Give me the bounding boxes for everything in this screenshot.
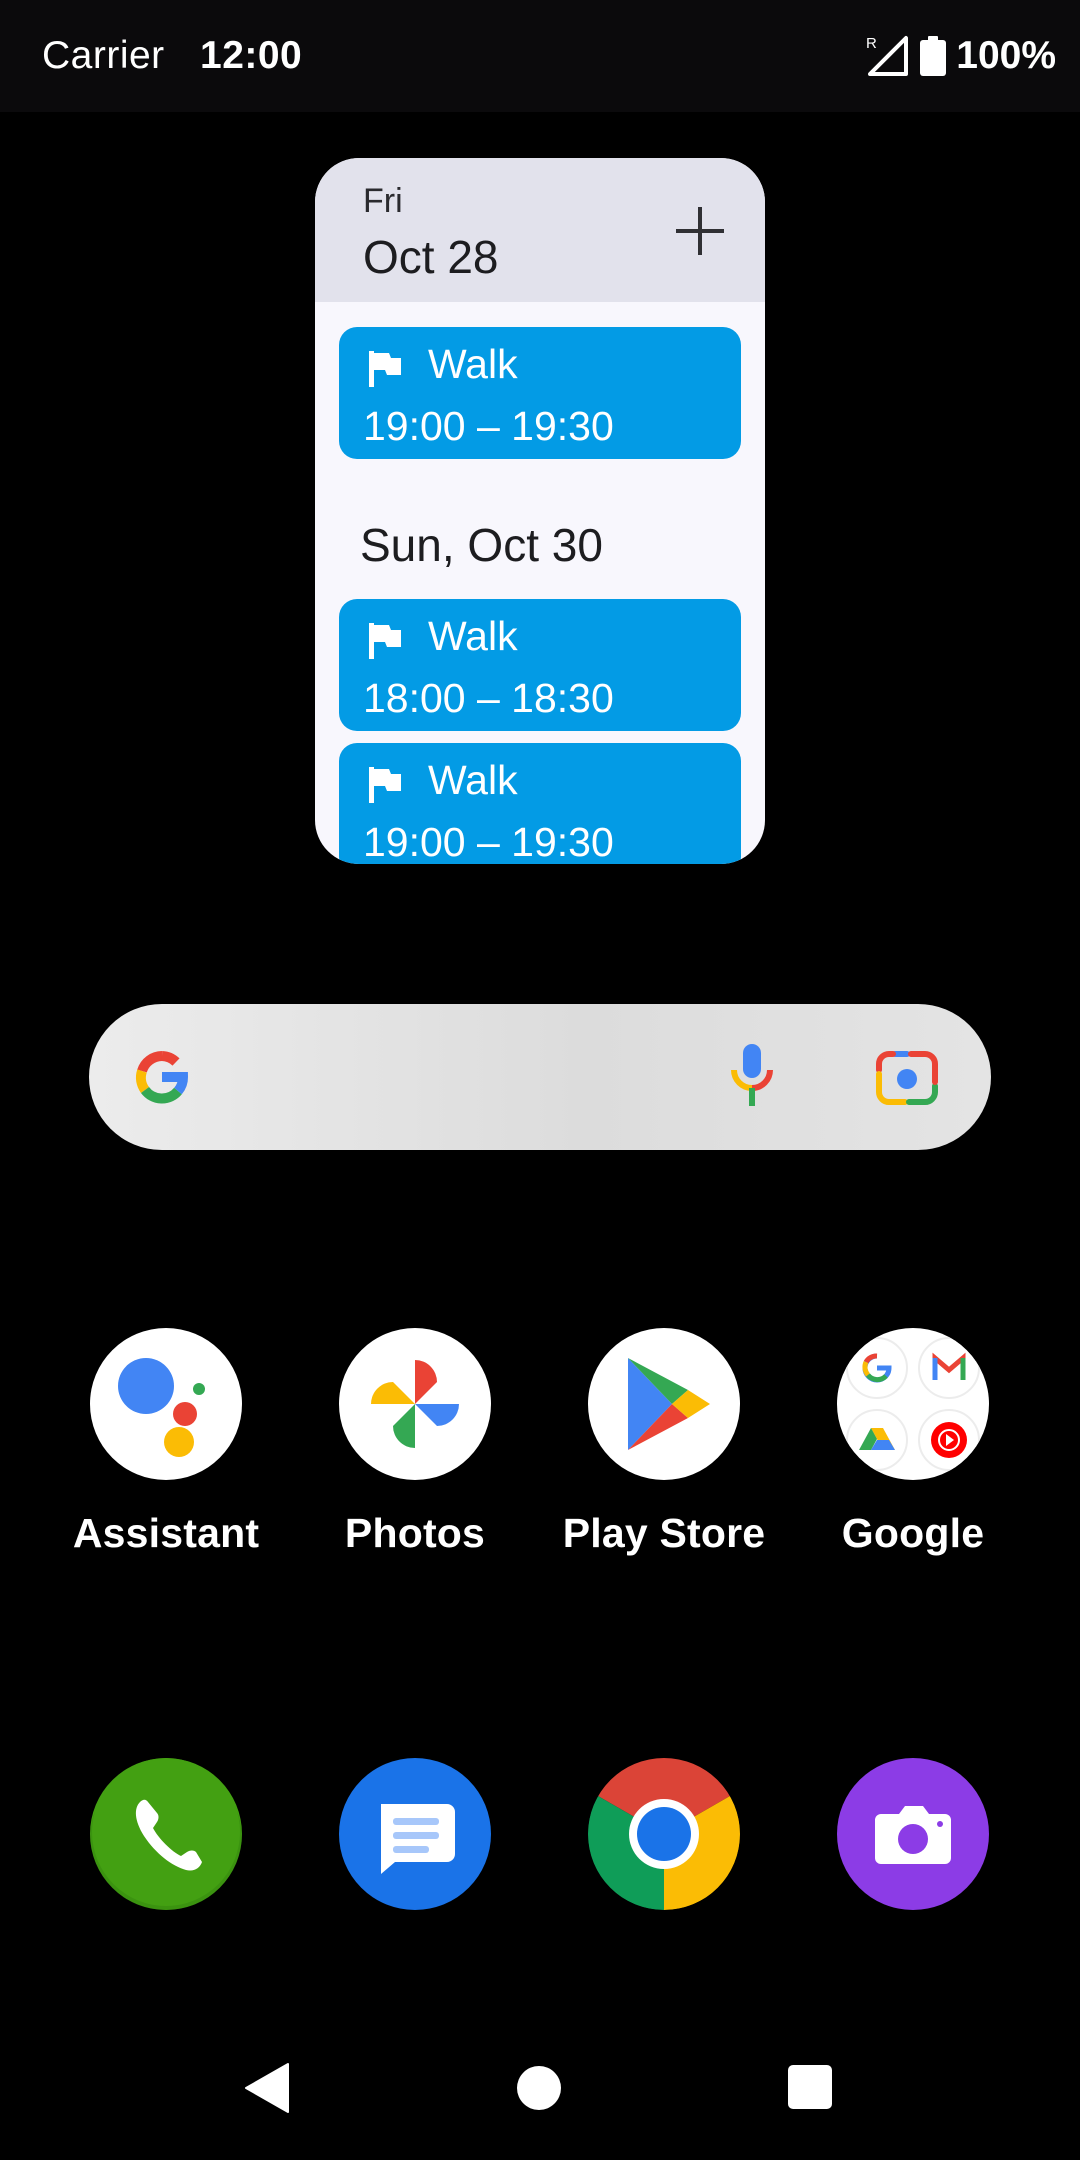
roaming-letter: R bbox=[866, 35, 877, 52]
google-folder-icon[interactable] bbox=[837, 1328, 989, 1480]
play-store-icon[interactable] bbox=[588, 1328, 740, 1480]
app-label: Assistant bbox=[72, 1510, 260, 1556]
phone-icon[interactable] bbox=[90, 1758, 242, 1910]
google-g-icon[interactable] bbox=[127, 1042, 197, 1112]
app-photos[interactable]: Photos bbox=[305, 1328, 525, 1557]
mic-icon[interactable] bbox=[729, 1044, 775, 1110]
recents-square-icon[interactable] bbox=[788, 2065, 832, 2109]
app-label: Photos bbox=[344, 1510, 486, 1556]
plus-icon[interactable] bbox=[665, 196, 735, 266]
event-time: 18:00 – 18:30 bbox=[363, 675, 614, 721]
calendar-day-heading: Sun, Oct 30 bbox=[360, 519, 603, 571]
calendar-date: Oct 28 bbox=[363, 231, 499, 283]
chrome-icon[interactable] bbox=[588, 1758, 740, 1910]
calendar-event[interactable]: Walk 19:00 – 19:30 bbox=[339, 327, 741, 459]
app-label: Play Store bbox=[562, 1510, 766, 1556]
battery-icon bbox=[920, 36, 947, 76]
camera-icon[interactable] bbox=[837, 1758, 989, 1910]
calendar-widget-header[interactable]: Fri Oct 28 bbox=[315, 158, 765, 302]
app-label: Google bbox=[841, 1510, 985, 1556]
calendar-widget[interactable]: Fri Oct 28 Walk 19:00 – 19:30 Sun, Oct 3… bbox=[315, 158, 765, 864]
app-assistant[interactable]: Assistant bbox=[56, 1328, 276, 1557]
photos-pinwheel-icon[interactable] bbox=[339, 1328, 491, 1480]
google-search-bar[interactable] bbox=[89, 1004, 991, 1150]
messages-icon[interactable] bbox=[339, 1758, 491, 1910]
event-time: 19:00 – 19:30 bbox=[363, 819, 614, 864]
status-clock: 12:00 bbox=[200, 34, 303, 77]
home-circle-icon[interactable] bbox=[517, 2066, 561, 2110]
carrier-label: Carrier bbox=[42, 34, 165, 77]
calendar-event[interactable]: Walk 18:00 – 18:30 bbox=[339, 599, 741, 731]
app-play-store[interactable]: Play Store bbox=[554, 1328, 774, 1557]
flag-icon bbox=[369, 623, 401, 659]
status-icons: R 100% bbox=[866, 30, 1056, 82]
back-triangle-icon[interactable] bbox=[244, 2062, 290, 2114]
flag-icon bbox=[369, 351, 401, 387]
event-time: 19:00 – 19:30 bbox=[363, 403, 614, 449]
lens-camera-icon[interactable] bbox=[875, 1048, 939, 1106]
signal-roaming-icon: R bbox=[866, 35, 909, 76]
calendar-day-of-week: Fri bbox=[363, 182, 403, 220]
calendar-event[interactable]: Walk 19:00 – 19:30 bbox=[339, 743, 741, 864]
assistant-icon[interactable] bbox=[90, 1328, 242, 1480]
battery-percent: 100% bbox=[956, 34, 1056, 77]
status-bar: Carrier 12:00 R 100% bbox=[0, 0, 1080, 112]
flag-icon bbox=[369, 767, 401, 803]
app-google-folder[interactable]: Google bbox=[803, 1328, 1023, 1557]
event-title: Walk bbox=[428, 341, 518, 387]
event-title: Walk bbox=[428, 613, 518, 659]
event-title: Walk bbox=[428, 757, 518, 803]
